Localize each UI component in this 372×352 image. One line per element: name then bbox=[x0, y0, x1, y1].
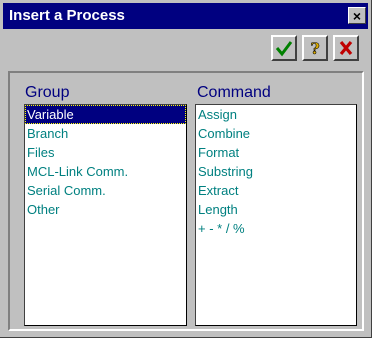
list-item-command[interactable]: Assign bbox=[196, 105, 356, 124]
svg-text:?: ? bbox=[310, 39, 319, 57]
title-bar: Insert a Process × bbox=[3, 3, 368, 29]
command-header: Command bbox=[197, 84, 271, 101]
group-header: Group bbox=[25, 84, 70, 101]
list-item-group[interactable]: MCL-Link Comm. bbox=[25, 162, 186, 181]
insert-process-dialog: Insert a Process × ? Group Variable Bran… bbox=[0, 0, 372, 338]
list-item-command[interactable]: Combine bbox=[196, 124, 356, 143]
close-button[interactable]: × bbox=[348, 7, 366, 24]
command-list[interactable]: Assign Combine Format Substring Extract … bbox=[195, 104, 357, 326]
group-list[interactable]: Variable Branch Files MCL-Link Comm. Ser… bbox=[24, 104, 187, 326]
list-item-command[interactable]: Substring bbox=[196, 162, 356, 181]
process-panel: Group Variable Branch Files MCL-Link Com… bbox=[8, 71, 364, 331]
cancel-button[interactable] bbox=[333, 35, 359, 61]
list-item-group[interactable]: Files bbox=[25, 143, 186, 162]
checkmark-icon bbox=[275, 41, 293, 57]
dialog-title: Insert a Process bbox=[9, 7, 125, 24]
x-icon bbox=[339, 40, 353, 56]
help-button[interactable]: ? bbox=[302, 35, 328, 61]
close-icon: × bbox=[352, 8, 362, 24]
list-item-group[interactable]: Branch bbox=[25, 124, 186, 143]
list-item-command[interactable]: Length bbox=[196, 200, 356, 219]
list-item-group[interactable]: Variable bbox=[25, 105, 186, 124]
toolbar: ? bbox=[3, 31, 368, 65]
list-item-group[interactable]: Serial Comm. bbox=[25, 181, 186, 200]
list-item-command[interactable]: + - * / % bbox=[196, 219, 356, 238]
list-item-group[interactable]: Other bbox=[25, 200, 186, 219]
ok-button[interactable] bbox=[271, 35, 297, 61]
question-mark-icon: ? bbox=[310, 39, 320, 57]
list-item-command[interactable]: Extract bbox=[196, 181, 356, 200]
list-item-command[interactable]: Format bbox=[196, 143, 356, 162]
